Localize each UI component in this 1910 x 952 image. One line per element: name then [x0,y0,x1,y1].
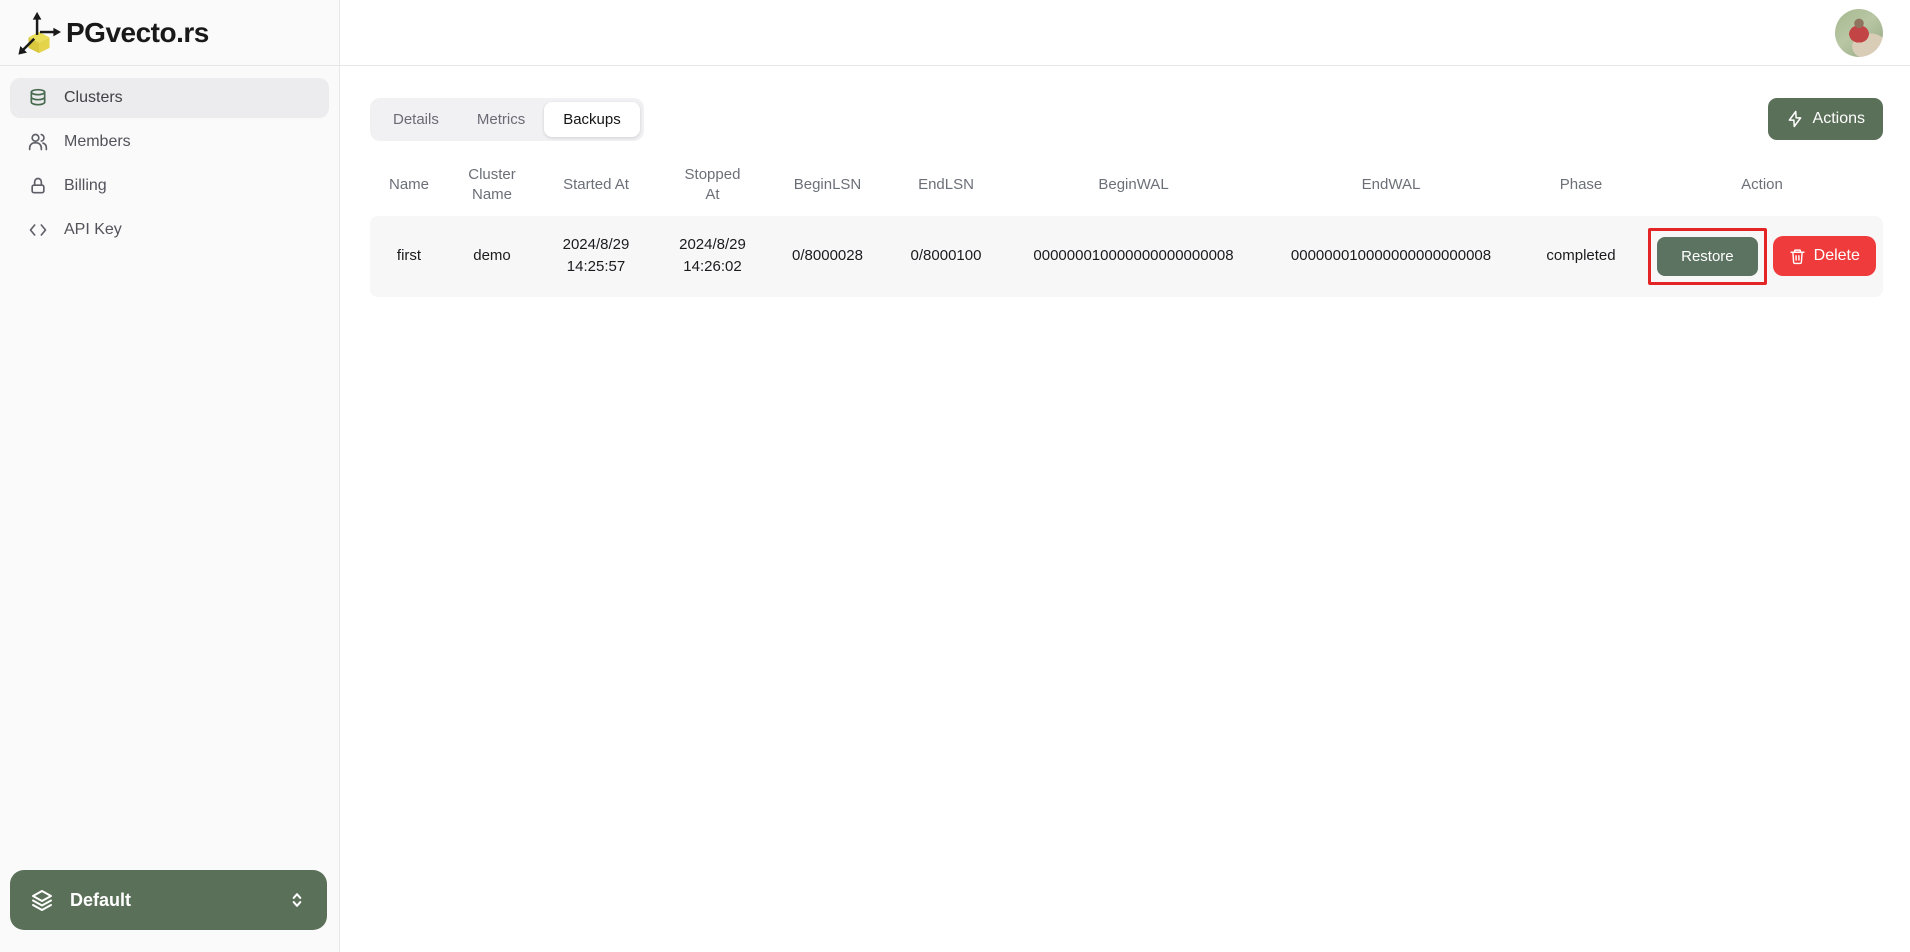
sidebar-spacer [0,262,339,860]
column-header-started-at: Started At [536,155,656,216]
sidebar: PGvecto.rs Clusters Membe [0,0,340,952]
cell-beginwal: 000000010000000000000008 [1006,216,1261,297]
sidebar-item-billing[interactable]: Billing [10,166,329,206]
layers-icon [30,888,54,912]
cell-name: first [370,216,448,297]
column-header-beginwal: BeginWAL [1006,155,1261,216]
sidebar-item-api-key[interactable]: API Key [10,210,329,250]
sidebar-item-label: Clusters [64,89,123,107]
table-header-row: Name Cluster Name Started At Stopped At … [370,155,1883,216]
database-icon [28,88,48,108]
restore-button[interactable]: Restore [1657,237,1758,276]
column-header-beginlsn: BeginLSN [769,155,886,216]
sidebar-item-members[interactable]: Members [10,122,329,162]
cell-started-at: 2024/8/29 14:25:57 [536,216,656,297]
brand-name: PGvecto.rs [66,17,209,49]
avatar[interactable] [1835,9,1883,57]
column-header-phase: Phase [1521,155,1641,216]
actions-button[interactable]: Actions [1768,98,1883,140]
chevron-up-down-icon [287,890,307,910]
delete-button-label: Delete [1814,247,1860,265]
table-row: first demo 2024/8/29 14:25:57 2024/8/29 … [370,216,1883,297]
sidebar-item-label: Billing [64,177,107,195]
annotation-highlight-box: Restore [1648,228,1767,285]
logo: PGvecto.rs [0,0,339,66]
cell-endwal: 000000010000000000000008 [1261,216,1521,297]
code-icon [28,220,48,240]
sidebar-item-label: API Key [64,221,122,239]
lightning-icon [1786,110,1804,128]
users-icon [28,132,48,152]
cell-cluster-name: demo [448,216,536,297]
topbar [340,0,1910,66]
lock-icon [28,176,48,196]
sidebar-nav: Clusters Members Billing [0,66,339,262]
main-area: Details Metrics Backups Actions [340,0,1910,952]
cell-stopped-at: 2024/8/29 14:26:02 [656,216,769,297]
sidebar-item-clusters[interactable]: Clusters [10,78,329,118]
tab-details[interactable]: Details [374,102,458,137]
column-header-action: Action [1641,155,1883,216]
column-header-cluster-name: Cluster Name [448,155,536,216]
backups-table: Name Cluster Name Started At Stopped At … [370,155,1883,297]
tab-backups[interactable]: Backups [544,102,640,137]
project-selector-label: Default [70,890,131,911]
cell-endlsn: 0/8000100 [886,216,1006,297]
content: Details Metrics Backups Actions [340,66,1910,297]
sidebar-item-label: Members [64,133,131,151]
content-header: Details Metrics Backups Actions [370,98,1883,141]
tab-metrics[interactable]: Metrics [458,102,544,137]
cell-phase: completed [1521,216,1641,297]
delete-button[interactable]: Delete [1773,236,1876,276]
column-header-endlsn: EndLSN [886,155,1006,216]
trash-icon [1789,248,1806,265]
column-header-endwal: EndWAL [1261,155,1521,216]
brand-logo-icon [16,8,62,58]
column-header-name: Name [370,155,448,216]
actions-button-label: Actions [1813,110,1865,128]
project-selector[interactable]: Default [10,870,327,930]
cell-beginlsn: 0/8000028 [769,216,886,297]
cell-action: Restore [1641,216,1883,297]
tab-group: Details Metrics Backups [370,98,644,141]
column-header-stopped-at: Stopped At [656,155,769,216]
